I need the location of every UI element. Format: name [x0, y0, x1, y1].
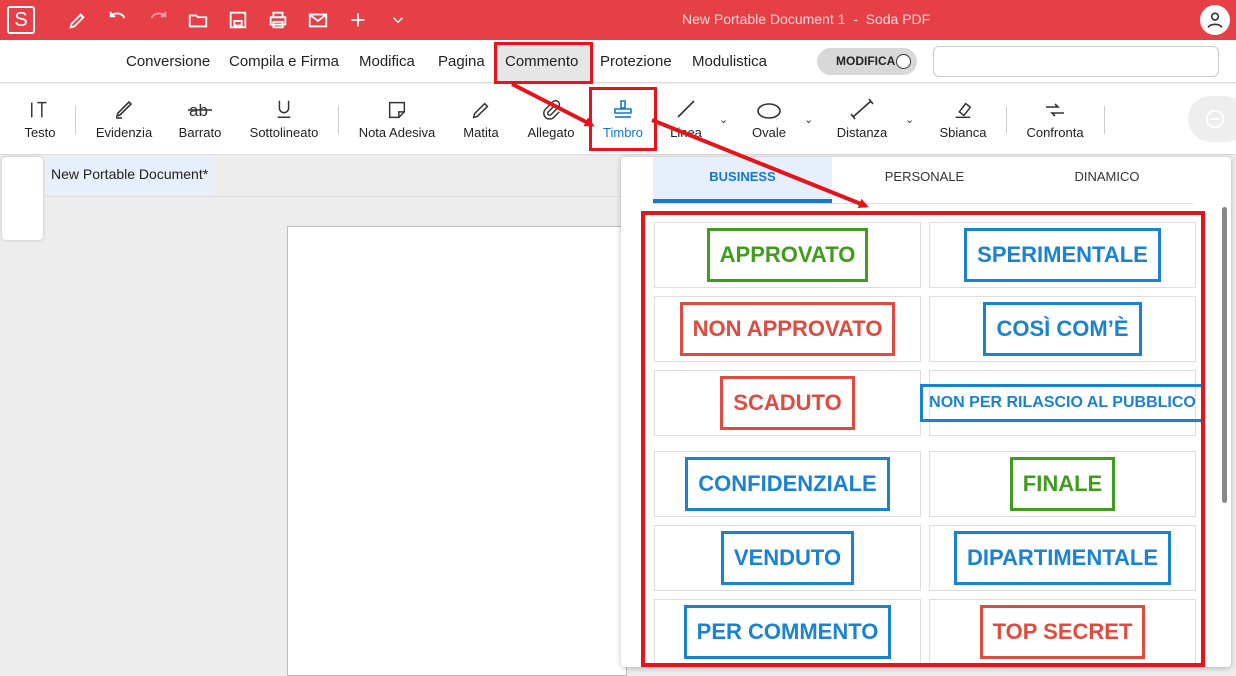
print-icon[interactable]: [264, 0, 292, 40]
scroll-left-icon[interactable]: [93, 40, 113, 83]
ovale-dropdown-icon[interactable]: ⌄: [804, 113, 813, 126]
tool-linea[interactable]: Linea: [664, 84, 708, 155]
menu-modulistica[interactable]: Modulistica: [692, 40, 767, 83]
tool-label: Allegato: [527, 125, 575, 140]
eraser-icon: [936, 84, 990, 124]
text-tool-icon: [20, 84, 60, 124]
strikethrough-icon: ab: [174, 84, 226, 124]
underline-icon: [246, 84, 322, 124]
tab-dinamico[interactable]: DINAMICO: [1017, 157, 1197, 203]
tool-timbro[interactable]: Timbro: [597, 84, 649, 155]
tool-sbianca[interactable]: Sbianca: [936, 84, 990, 155]
zoom-out-icon[interactable]: [1202, 96, 1228, 142]
menu-compila-firma[interactable]: Compila e Firma: [229, 40, 339, 83]
linea-dropdown-icon[interactable]: ⌄: [719, 113, 728, 126]
pencil-icon: [460, 84, 502, 124]
menu-commento[interactable]: Commento: [505, 40, 578, 83]
tool-sottolineato[interactable]: Sottolineato: [246, 84, 322, 155]
tool-allegato[interactable]: Allegato: [524, 84, 578, 155]
tool-distanza[interactable]: Distanza: [834, 84, 890, 155]
scroll-right-icon[interactable]: [787, 40, 807, 83]
stamps-highlight-frame: [641, 211, 1205, 667]
menu-protezione[interactable]: Protezione: [600, 40, 672, 83]
chevron-down-icon[interactable]: [384, 0, 412, 40]
document-page[interactable]: [287, 226, 627, 676]
menu-pagina[interactable]: Pagina: [438, 40, 485, 83]
menu-conversione[interactable]: Conversione: [126, 40, 210, 83]
search-icon[interactable]: [1190, 47, 1212, 76]
app-logo[interactable]: S: [7, 6, 35, 34]
tool-testo[interactable]: Testo: [20, 84, 60, 155]
tool-label: Linea: [670, 125, 702, 140]
tool-label: Testo: [24, 125, 56, 140]
window-title: New Portable Document 1 - Soda PDF: [682, 11, 931, 27]
tab-divider: [45, 196, 625, 197]
sign-pen-icon[interactable]: [64, 0, 92, 40]
tool-label: Sbianca: [939, 125, 987, 140]
upload-export-icon[interactable]: [1122, 104, 1148, 134]
search-input[interactable]: [933, 46, 1219, 77]
redo-icon[interactable]: [144, 0, 172, 40]
menu-bar: Conversione Compila e Firma Modifica Pag…: [0, 40, 1236, 84]
undo-icon[interactable]: [104, 0, 132, 40]
toggle-knob: [896, 54, 911, 69]
line-icon: [664, 84, 708, 124]
zoom-control[interactable]: [1188, 96, 1236, 142]
panel-toggle-icon[interactable]: [11, 163, 35, 193]
sticky-note-icon: [355, 84, 439, 124]
left-sidebar: [2, 157, 43, 240]
open-folder-icon[interactable]: [184, 0, 212, 40]
hamburger-menu-icon[interactable]: [10, 40, 36, 83]
save-icon[interactable]: [224, 0, 252, 40]
mail-icon[interactable]: [304, 0, 332, 40]
tab-personale[interactable]: PERSONALE: [832, 157, 1017, 203]
title-bar: S New Portable Document 1 - Soda PDF: [0, 0, 1236, 40]
tool-matita[interactable]: Matita: [460, 84, 502, 155]
menu-modifica[interactable]: Modifica: [359, 40, 415, 83]
tool-label: Matita: [463, 125, 499, 140]
mode-toggle[interactable]: MODIFICA: [817, 48, 917, 75]
tool-label: Evidenzia: [95, 125, 153, 140]
tool-label: Confronta: [1026, 125, 1084, 140]
tab-business[interactable]: BUSINESS: [653, 157, 832, 203]
stamp-icon: [597, 84, 649, 124]
tab-divider: [653, 203, 1193, 204]
tool-label: Ovale: [752, 125, 786, 140]
tool-label: Sottolineato: [249, 125, 319, 140]
tool-label: Nota Adesiva: [358, 125, 436, 140]
tool-confronta[interactable]: Confronta: [1022, 84, 1088, 155]
tool-label: Barrato: [178, 125, 222, 140]
tool-barrato[interactable]: ab Barrato: [174, 84, 226, 155]
tool-nota-adesiva[interactable]: Nota Adesiva: [355, 84, 439, 155]
distance-ruler-icon: [834, 84, 890, 124]
tool-evidenzia[interactable]: Evidenzia: [92, 84, 156, 155]
home-icon[interactable]: [51, 40, 77, 83]
mode-toggle-label: MODIFICA: [836, 54, 896, 68]
document-tab[interactable]: New Portable Document*: [45, 157, 213, 194]
oval-icon: [746, 84, 792, 124]
tool-label: Timbro: [603, 125, 643, 140]
paperclip-icon: [524, 84, 578, 124]
compare-arrows-icon: [1022, 84, 1088, 124]
panel-scrollbar[interactable]: [1222, 207, 1227, 503]
tool-ovale[interactable]: Ovale: [746, 84, 792, 155]
distanza-dropdown-icon[interactable]: ⌄: [905, 113, 914, 126]
user-avatar-icon[interactable]: [1200, 5, 1230, 35]
bookmark-icon[interactable]: [11, 202, 35, 232]
tool-label: Distanza: [836, 125, 888, 140]
new-plus-icon[interactable]: [344, 0, 372, 40]
highlighter-icon: [92, 84, 156, 124]
